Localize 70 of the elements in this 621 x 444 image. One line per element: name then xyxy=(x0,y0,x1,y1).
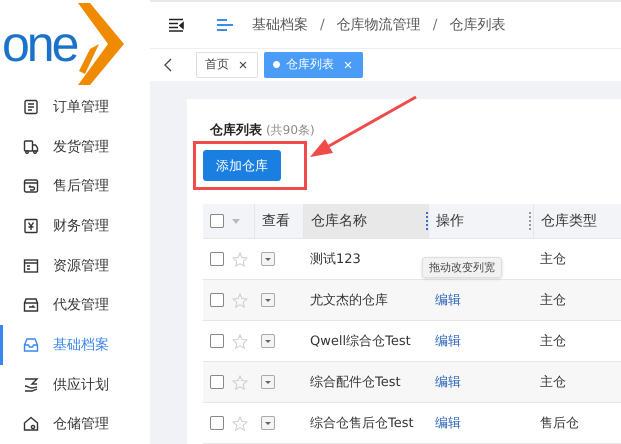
sidebar-item[interactable]: 发货管理 xyxy=(0,126,150,166)
forward-box-icon xyxy=(23,297,39,314)
column-header[interactable]: 查看 xyxy=(262,212,290,230)
edit-link[interactable]: 编辑 xyxy=(435,291,461,309)
truck-icon xyxy=(23,138,39,155)
table-cell-text: 主仓 xyxy=(540,292,566,309)
sidebar-item[interactable]: 供应计划 xyxy=(0,364,150,404)
dropdown-icon[interactable] xyxy=(261,416,275,430)
table-cell-text: Qwell综合仓Test xyxy=(310,333,411,350)
close-icon[interactable] xyxy=(239,60,247,69)
sidebar-item[interactable]: 仓储管理 xyxy=(0,404,150,444)
document-icon xyxy=(23,99,39,116)
row-checkbox[interactable] xyxy=(210,252,224,266)
tooltip: 拖动改变列宽 xyxy=(422,257,502,278)
table-cell-text: 主仓 xyxy=(540,333,566,350)
fold-icon[interactable] xyxy=(216,18,234,32)
inbox-icon xyxy=(23,336,39,353)
row-checkbox[interactable] xyxy=(210,334,224,348)
edit-link[interactable]: 编辑 xyxy=(435,332,461,350)
breadcrumb-item[interactable]: 仓库列表 xyxy=(449,16,506,34)
breadcrumb-item[interactable]: 仓库物流管理 xyxy=(336,16,421,34)
record-count: (共90条) xyxy=(266,122,315,139)
sidebar-item[interactable]: 财务管理 xyxy=(0,206,150,246)
add-warehouse-button[interactable]: 添加仓库 xyxy=(203,150,281,181)
card-title: 仓库列表 xyxy=(210,122,262,139)
table-cell-text: 综合仓售后仓Test xyxy=(310,415,414,432)
row-checkbox[interactable] xyxy=(210,416,224,430)
select-all-checkbox[interactable] xyxy=(210,214,224,228)
table-cell-text: 主仓 xyxy=(540,374,566,391)
menu-icon[interactable] xyxy=(168,18,184,32)
star-icon[interactable] xyxy=(232,292,248,308)
breadcrumb-separator: / xyxy=(432,16,438,33)
row-checkbox[interactable] xyxy=(210,293,224,307)
sidebar-item[interactable]: 代发管理 xyxy=(0,285,150,326)
edit-link[interactable]: 编辑 xyxy=(435,414,461,432)
column-header[interactable]: 仓库类型 xyxy=(541,212,597,230)
yen-icon xyxy=(23,218,39,234)
sidebar-item[interactable]: 订单管理 xyxy=(0,87,150,127)
chevron-left-icon[interactable] xyxy=(164,58,172,72)
sidebar-item[interactable]: 售后管理 xyxy=(0,166,150,206)
sidebar-item[interactable]: 基础档案 xyxy=(0,325,150,365)
tab[interactable]: 首页 xyxy=(196,52,258,78)
star-icon[interactable] xyxy=(232,416,248,430)
hand-icon xyxy=(23,376,39,393)
dropdown-icon[interactable] xyxy=(261,334,275,348)
window-icon xyxy=(23,258,39,274)
edit-link[interactable]: 编辑 xyxy=(435,373,461,391)
dropdown-icon[interactable] xyxy=(261,375,275,389)
dropdown-icon[interactable] xyxy=(261,293,275,307)
table-cell-text: 尤文杰的仓库 xyxy=(310,292,388,309)
logo-text: one xyxy=(2,18,76,69)
table-cell-text: 测试123 xyxy=(310,251,361,268)
breadcrumb-item[interactable]: 基础档案 xyxy=(252,16,308,34)
return-box-icon xyxy=(23,178,39,194)
logo-chevron-icon xyxy=(76,2,126,85)
status-dot xyxy=(273,61,280,68)
table-cell-text: 售后仓 xyxy=(540,415,579,432)
breadcrumb-separator: / xyxy=(320,16,325,33)
house-icon xyxy=(23,416,39,432)
star-icon[interactable] xyxy=(232,374,248,390)
table-cell-text: 综合配件仓Test xyxy=(310,374,401,391)
star-icon[interactable] xyxy=(232,334,248,348)
resize-handle[interactable] xyxy=(426,212,429,230)
sidebar-item[interactable]: 资源管理 xyxy=(0,246,150,286)
dropdown-icon[interactable] xyxy=(261,252,275,266)
table-cell-text: 主仓 xyxy=(540,251,566,268)
star-icon[interactable] xyxy=(232,252,248,266)
row-checkbox[interactable] xyxy=(210,375,224,389)
resize-handle[interactable] xyxy=(529,212,532,230)
column-header[interactable]: 操作 xyxy=(436,212,464,230)
